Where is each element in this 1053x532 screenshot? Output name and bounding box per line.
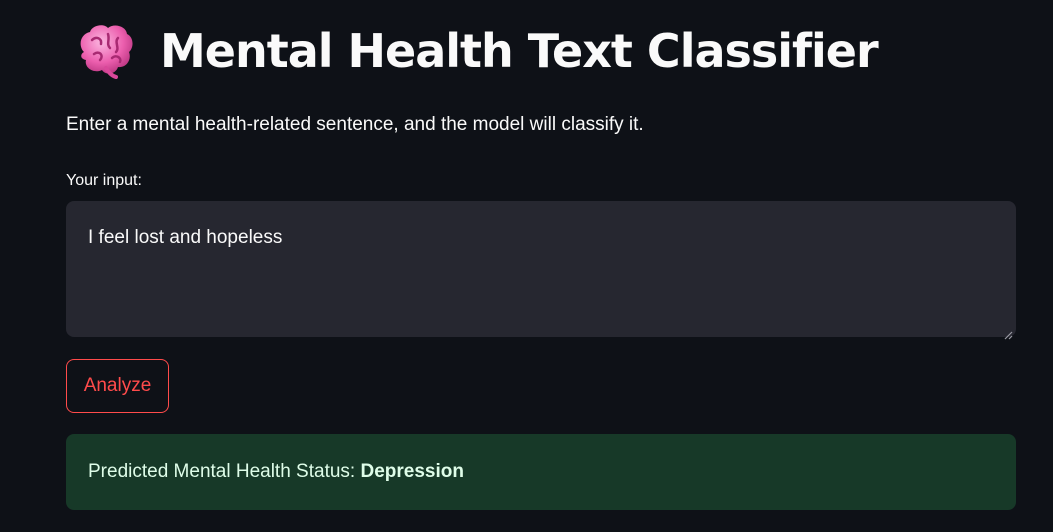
resize-handle-icon[interactable] [1003,324,1013,340]
title-row: Mental Health Text Classifier [74,18,879,84]
page-subtitle: Enter a mental health-related sentence, … [66,114,644,135]
text-input-value: I feel lost and hopeless [88,227,283,248]
analyze-button[interactable]: Analyze [66,359,169,413]
result-alert: Predicted Mental Health Status: Depressi… [66,434,1016,510]
input-label: Your input: [66,172,142,189]
result-prefix: Predicted Mental Health Status: [88,461,361,482]
page-title: Mental Health Text Classifier [160,24,879,78]
result-value: Depression [360,461,464,482]
app-main: Mental Health Text Classifier Enter a me… [0,0,1053,532]
brain-icon [74,22,136,80]
text-input[interactable]: I feel lost and hopeless [66,201,1016,340]
